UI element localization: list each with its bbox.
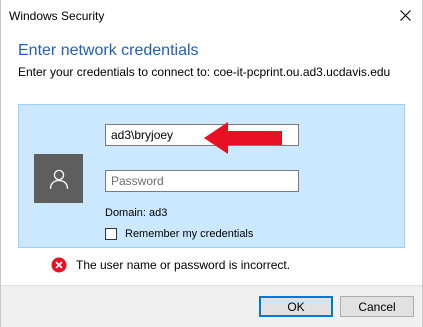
window-title: Windows Security: [9, 9, 105, 23]
error-icon: [51, 257, 67, 273]
remember-credentials-label: Remember my credentials: [125, 228, 254, 240]
remember-credentials-checkbox[interactable]: Remember my credentials: [105, 228, 253, 240]
error-message: The user name or password is incorrect.: [51, 257, 290, 273]
checkbox-box[interactable]: [105, 228, 117, 240]
ok-button[interactable]: OK: [259, 296, 333, 317]
close-button[interactable]: [388, 0, 422, 30]
error-text: The user name or password is incorrect.: [76, 258, 291, 272]
red-arrow-annotation: [204, 122, 282, 154]
button-bar: OK Cancel: [1, 285, 422, 327]
title-bar: Windows Security: [1, 0, 422, 32]
close-icon: [399, 9, 411, 21]
avatar: [34, 154, 83, 203]
windows-security-dialog: Windows Security Enter network credentia…: [0, 0, 423, 327]
user-icon: [49, 169, 68, 189]
dialog-subheading: Enter your credentials to connect to: co…: [18, 65, 391, 79]
domain-label: Domain: ad3: [105, 207, 168, 219]
cancel-button[interactable]: Cancel: [340, 296, 414, 317]
credentials-panel: Domain: ad3 Remember my credentials: [18, 104, 405, 248]
dialog-heading: Enter network credentials: [18, 42, 199, 59]
password-input[interactable]: [105, 170, 299, 192]
